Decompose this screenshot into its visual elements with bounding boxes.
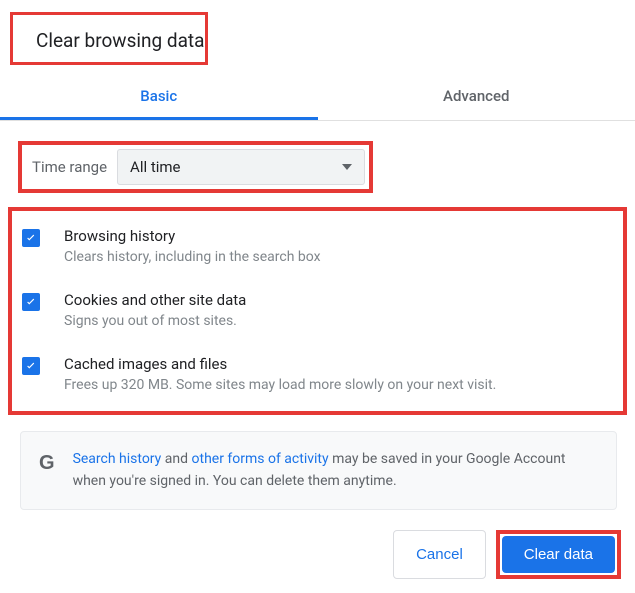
check-icon xyxy=(24,295,38,309)
checkbox-desc: Clears history, including in the search … xyxy=(64,249,613,265)
time-range-label: Time range xyxy=(26,158,117,176)
checkbox-desc: Frees up 320 MB. Some sites may load mor… xyxy=(64,377,613,393)
list-item: Cached images and files Frees up 320 MB.… xyxy=(22,355,613,393)
check-icon xyxy=(24,231,38,245)
google-icon: G xyxy=(39,452,55,475)
link-other-activity[interactable]: other forms of activity xyxy=(192,451,329,467)
list-item: Browsing history Clears history, includi… xyxy=(22,227,613,265)
check-icon xyxy=(24,359,38,373)
tabs: Basic Advanced xyxy=(0,73,635,120)
cancel-button[interactable]: Cancel xyxy=(393,530,486,579)
dialog-title: Clear browsing data xyxy=(10,12,208,65)
checkbox-text: Cookies and other site data Signs you ou… xyxy=(64,291,613,329)
chevron-down-icon xyxy=(342,164,352,170)
clear-data-button[interactable]: Clear data xyxy=(502,536,615,573)
checkbox-cookies[interactable] xyxy=(22,293,40,311)
button-row: Cancel Clear data xyxy=(393,530,621,579)
info-mid1: and xyxy=(161,451,191,467)
time-range-value: All time xyxy=(130,158,180,176)
clear-button-highlight: Clear data xyxy=(496,530,621,579)
info-text: Search history and other forms of activi… xyxy=(73,448,598,493)
checkbox-desc: Signs you out of most sites. xyxy=(64,313,613,329)
tab-advanced[interactable]: Advanced xyxy=(318,73,635,120)
checkbox-title: Cached images and files xyxy=(64,355,613,373)
list-item: Cookies and other site data Signs you ou… xyxy=(22,291,613,329)
checkbox-section: Browsing history Clears history, includi… xyxy=(8,207,627,415)
link-search-history[interactable]: Search history xyxy=(73,451,162,467)
checkbox-cache[interactable] xyxy=(22,357,40,375)
checkbox-text: Cached images and files Frees up 320 MB.… xyxy=(64,355,613,393)
tab-underline xyxy=(0,120,635,121)
checkbox-text: Browsing history Clears history, includi… xyxy=(64,227,613,265)
tab-basic[interactable]: Basic xyxy=(0,73,318,120)
checkbox-title: Cookies and other site data xyxy=(64,291,613,309)
info-box: G Search history and other forms of acti… xyxy=(20,431,617,510)
checkbox-browsing-history[interactable] xyxy=(22,229,40,247)
time-range-row: Time range All time xyxy=(18,141,373,193)
checkbox-title: Browsing history xyxy=(64,227,613,245)
time-range-select[interactable]: All time xyxy=(117,149,365,185)
